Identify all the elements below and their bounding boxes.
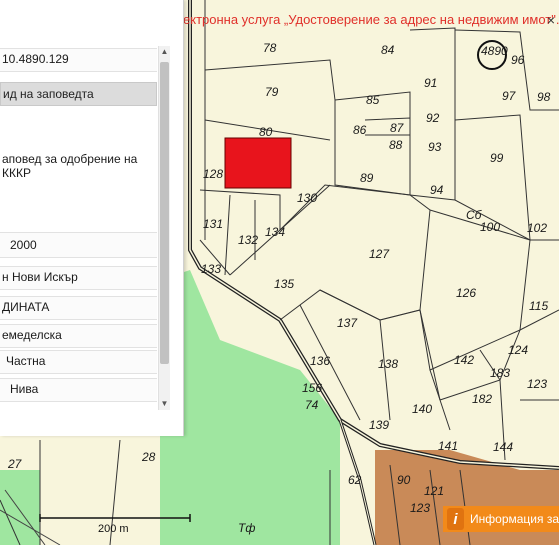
selected-parcel[interactable] [224, 137, 292, 189]
parcel-label: 98 [537, 90, 551, 104]
green-area-left [0, 470, 40, 545]
parcel-label: 80 [259, 125, 273, 139]
parcel-label: 140 [412, 402, 432, 416]
close-icon[interactable]: × [547, 12, 555, 28]
panel-order-text: аповед за одобрение на КККР [0, 106, 157, 216]
parcel-label: 85 [366, 93, 380, 107]
parcel-label: 141 [438, 439, 458, 453]
scroll-up-icon[interactable]: ▲ [159, 46, 170, 58]
property-info-panel: 10.4890.129 ид на заповедта аповед за од… [0, 0, 184, 436]
parcel-label: 88 [389, 138, 403, 152]
parcel-label: 142 [454, 353, 474, 367]
panel-scrollbar[interactable]: ▲ ▼ [158, 46, 170, 410]
parcel-label: 90 [397, 473, 411, 487]
parcel-label: 100 [480, 220, 500, 234]
parcel-label: 115 [529, 299, 548, 313]
parcel-label: 130 [297, 191, 317, 205]
parcel-label: 123 [410, 501, 430, 515]
panel-row-id: 10.4890.129 [0, 48, 157, 72]
parcel-label: 97 [502, 89, 517, 103]
parcel-label: 94 [430, 183, 444, 197]
info-icon: i [447, 508, 465, 530]
info-button[interactable]: i Информация за [443, 506, 559, 532]
parcel-label: 91 [424, 76, 437, 90]
panel-row-locality: ДИНАТА [0, 296, 157, 320]
parcel-label: 133 [201, 262, 221, 276]
parcel-label: 124 [508, 343, 528, 357]
parcel-label: 93 [428, 140, 442, 154]
parcel-label: 121 [424, 484, 444, 498]
parcel-label: 28 [141, 450, 156, 464]
parcel-label: 131 [203, 217, 223, 231]
parcel-label: 74 [305, 398, 319, 412]
panel-row-land-type: емеделска [0, 324, 157, 348]
parcel-label: 144 [493, 440, 513, 454]
scale-label: 200 m [98, 523, 129, 535]
parcel-label: 87 [390, 121, 405, 135]
parcel-label: 128 [203, 167, 223, 181]
info-button-label: Информация за [470, 512, 559, 526]
street-label: Сб [466, 208, 483, 222]
parcel-label: 4890 [481, 44, 508, 58]
parcel-label: 86 [353, 123, 367, 137]
parcel-label: 84 [381, 43, 395, 57]
parcel-label: 96 [511, 53, 525, 67]
panel-row-ownership: Частна [0, 350, 157, 374]
service-banner: ектронна услуга „Удостоверение за адрес … [183, 12, 559, 27]
parcel-label: 62 [348, 473, 362, 487]
parcel-label: 99 [490, 151, 504, 165]
parcel-label: 132 [238, 233, 258, 247]
parcel-label: 183 [490, 366, 510, 380]
parcel-label: 182 [472, 392, 492, 406]
panel-row-year: 2000 [0, 232, 157, 258]
parcel-label: 79 [265, 85, 279, 99]
parcel-label: 27 [7, 457, 23, 471]
parcel-label: 137 [337, 316, 358, 330]
parcel-label: 136 [310, 354, 330, 368]
parcel-label: 156 [302, 381, 322, 395]
scroll-down-icon[interactable]: ▼ [159, 398, 170, 410]
parcel-label: 78 [263, 41, 277, 55]
parcel-label: 138 [378, 357, 398, 371]
parcel-label: 135 [274, 277, 294, 291]
scroll-thumb[interactable] [160, 62, 169, 364]
road-label: Тф [238, 521, 255, 535]
panel-row-usage: Нива [0, 378, 157, 402]
parcel-label: 126 [456, 286, 476, 300]
parcel-label: 102 [527, 221, 547, 235]
parcel-label: 139 [369, 418, 389, 432]
parcel-label: 92 [426, 111, 440, 125]
parcel-label: 123 [527, 377, 547, 391]
panel-section-header: ид на заповедта [0, 82, 157, 106]
parcel-label: 127 [369, 247, 390, 261]
parcel-label: 134 [265, 225, 285, 239]
panel-row-district: н Нови Искър [0, 266, 157, 290]
parcel-label: 89 [360, 171, 374, 185]
